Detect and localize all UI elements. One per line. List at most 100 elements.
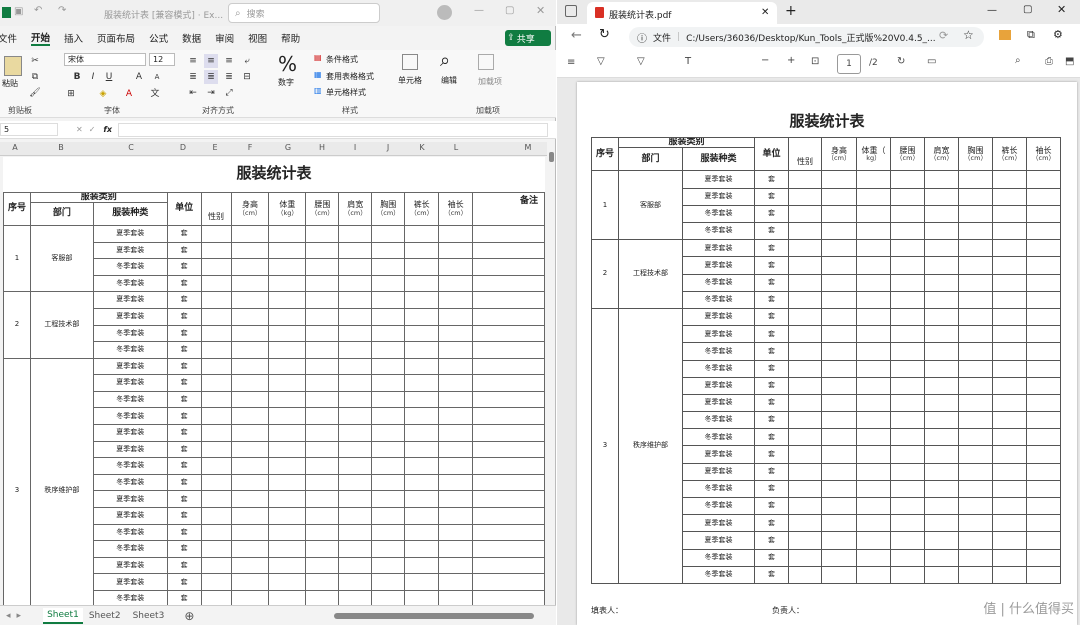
confirm-icon[interactable]: ✓ <box>89 125 96 134</box>
extension-icon[interactable] <box>999 30 1011 40</box>
col-header-i[interactable]: I <box>348 143 362 152</box>
close-icon[interactable]: ✕ <box>536 4 545 17</box>
insert-function-button[interactable]: fx <box>103 125 112 134</box>
tab-page-layout[interactable]: 页面布局 <box>97 31 135 45</box>
cut-icon[interactable]: ✂ <box>28 54 42 68</box>
sheet-tab-1[interactable]: Sheet1 <box>43 607 83 624</box>
font-color-icon[interactable]: A <box>122 87 136 101</box>
edit-button[interactable]: 编辑 <box>441 75 457 86</box>
phonetic-icon[interactable]: 文 <box>148 87 162 101</box>
print-icon[interactable]: ⎙ <box>1045 56 1053 67</box>
collections-icon[interactable]: ⧉ <box>1027 28 1035 42</box>
orientation-icon[interactable]: ⤢ <box>222 86 236 100</box>
sheet-tab-2[interactable]: Sheet2 <box>89 611 121 621</box>
tab-file[interactable]: 文件 <box>0 31 17 45</box>
worksheet-grid[interactable]: 服装统计表 序号 服装类别 单位 性别 身高 （cm） 体重 （kg） 腰围 （cm） 肩宽 （cm）胸… <box>3 157 545 605</box>
align-bottom-icon[interactable]: ≡ <box>222 54 236 68</box>
format-painter-icon[interactable]: 🖌 <box>28 86 42 100</box>
table-format-button[interactable]: 套用表格格式 <box>326 71 374 82</box>
close-icon[interactable]: ✕ <box>1057 3 1066 16</box>
paste-icon[interactable] <box>4 56 22 76</box>
border-icon[interactable]: ⊞ <box>64 87 78 101</box>
refresh-icon[interactable]: ↻ <box>599 27 610 42</box>
align-right-icon[interactable]: ≣ <box>222 70 236 84</box>
read-aloud-icon[interactable]: ⟳ <box>939 29 948 42</box>
fill-color-icon[interactable]: ◈ <box>96 87 110 101</box>
font-size-select[interactable]: 12 <box>149 53 175 66</box>
extensions-icon[interactable]: ⚙ <box>1053 28 1063 41</box>
rotate-icon[interactable]: ↻ <box>897 56 905 67</box>
align-middle-icon[interactable]: ≡ <box>204 54 218 68</box>
sheet-tab-3[interactable]: Sheet3 <box>133 611 165 621</box>
shrink-font-icon[interactable]: A <box>150 70 164 84</box>
tab-review[interactable]: 审阅 <box>215 31 234 45</box>
copy-icon[interactable]: ⧉ <box>28 70 42 84</box>
next-sheet-icon[interactable]: ▸ <box>17 611 22 621</box>
draw-icon[interactable]: ▽ <box>597 56 605 67</box>
indent-icon[interactable]: ⇤ <box>186 86 200 100</box>
conditional-format-button[interactable]: 条件格式 <box>326 54 358 65</box>
workspaces-icon[interactable] <box>565 5 577 17</box>
align-top-icon[interactable]: ≡ <box>186 54 200 68</box>
new-tab-icon[interactable]: + <box>785 3 797 19</box>
page-view-icon[interactable]: ▭ <box>927 56 936 67</box>
align-center-icon[interactable]: ≣ <box>204 70 218 84</box>
fit-page-icon[interactable]: ⊡ <box>811 56 819 67</box>
contents-icon[interactable]: ≡ <box>567 57 575 68</box>
col-header-g[interactable]: G <box>281 143 295 152</box>
search-box[interactable]: ⌕ 搜索 <box>228 3 380 23</box>
cells-icon[interactable] <box>402 54 418 70</box>
underline-icon[interactable]: U <box>102 70 116 84</box>
col-header-e[interactable]: E <box>208 143 222 152</box>
scroll-thumb[interactable] <box>548 152 554 162</box>
tab-insert[interactable]: 插入 <box>64 31 83 45</box>
horizontal-scrollbar[interactable] <box>334 612 535 619</box>
tab-close-icon[interactable]: ✕ <box>761 7 769 18</box>
undo-icon[interactable]: ↶ <box>34 5 42 16</box>
prev-sheet-icon[interactable]: ◂ <box>6 611 11 621</box>
minimize-icon[interactable]: — <box>474 5 484 16</box>
col-header-b[interactable]: B <box>54 143 68 152</box>
save-icon[interactable]: ▣ <box>14 6 23 17</box>
page-number-input[interactable]: 1 <box>837 54 861 74</box>
col-header-h[interactable]: H <box>315 143 329 152</box>
tab-data[interactable]: 数据 <box>182 31 201 45</box>
col-header-l[interactable]: L <box>449 143 463 152</box>
share-button[interactable]: ⇪ 共享 <box>505 30 551 46</box>
name-box[interactable]: 5 <box>0 123 58 136</box>
italic-icon[interactable]: I <box>86 70 100 84</box>
cells-button[interactable]: 单元格 <box>398 75 422 86</box>
addins-icon[interactable] <box>478 54 494 70</box>
col-header-m[interactable]: M <box>521 143 535 152</box>
paste-label[interactable]: 粘贴 <box>2 78 18 89</box>
back-icon[interactable]: ← <box>571 28 582 43</box>
col-header-k[interactable]: K <box>415 143 429 152</box>
bold-icon[interactable]: B <box>70 70 84 84</box>
pdf-viewer[interactable]: 服装统计表 序号 服装类别 单位 性别 身高 （cm） 体重（ kg） 腰围 （cm） 肩宽 （cm）… <box>557 78 1080 625</box>
address-bar[interactable]: ⓘ 文件 | C:/Users/36036/Desktop/Kun_Tools_… <box>629 27 984 47</box>
col-header-c[interactable]: C <box>124 143 138 152</box>
maximize-icon[interactable]: ▢ <box>505 5 514 16</box>
addins-button[interactable]: 加载项 <box>478 76 502 87</box>
vertical-scrollbar[interactable] <box>547 142 555 605</box>
tab-help[interactable]: 帮助 <box>281 31 300 45</box>
save-icon[interactable]: ⬒ <box>1065 56 1074 67</box>
redo-icon[interactable]: ↷ <box>58 5 66 16</box>
avatar[interactable] <box>437 5 452 20</box>
zoom-in-icon[interactable]: + <box>787 55 795 66</box>
wrap-text-icon[interactable]: ⤶ <box>240 54 254 68</box>
col-header-j[interactable]: J <box>381 143 395 152</box>
add-sheet-icon[interactable]: ⊕ <box>184 609 194 623</box>
merge-icon[interactable]: ⊟ <box>240 70 254 84</box>
maximize-icon[interactable]: ▢ <box>1023 4 1032 15</box>
tab-home[interactable]: 开始 <box>31 30 51 46</box>
formula-input[interactable] <box>118 122 549 137</box>
text-icon[interactable]: T <box>685 56 691 67</box>
col-header-f[interactable]: F <box>243 143 257 152</box>
grow-font-icon[interactable]: A <box>132 70 146 84</box>
minimize-icon[interactable]: — <box>987 5 997 16</box>
percent-icon[interactable]: % <box>278 52 297 76</box>
outdent-icon[interactable]: ⇥ <box>204 86 218 100</box>
tab-view[interactable]: 视图 <box>248 31 267 45</box>
browser-tab-active[interactable]: 服装统计表.pdf ✕ <box>587 2 777 24</box>
